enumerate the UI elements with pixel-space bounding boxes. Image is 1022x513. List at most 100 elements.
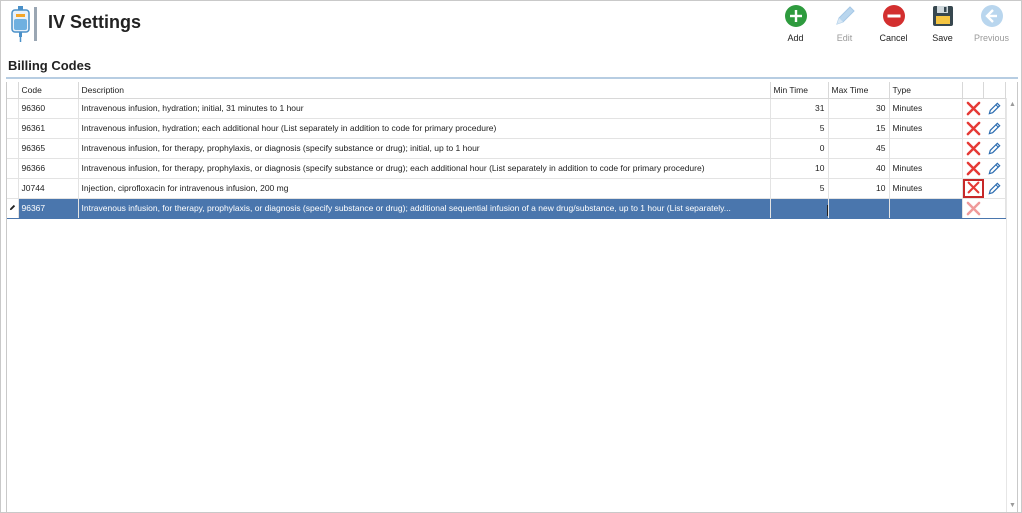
- col-header-description[interactable]: Description: [78, 82, 771, 99]
- table-row[interactable]: 96360 Intravenous infusion, hydration; i…: [7, 98, 1006, 119]
- edit-row-button[interactable]: [983, 178, 1006, 199]
- section-divider: [6, 77, 1018, 79]
- billing-codes-table: Code Description Min Time Max Time Type …: [7, 82, 1006, 219]
- header: IV Settings Add Edit Cancel Save Previou…: [0, 0, 1022, 52]
- edit-pencil-icon: [988, 161, 1001, 175]
- cell-description[interactable]: Injection, ciprofloxacin for intravenous…: [78, 178, 771, 199]
- floppy-disk-icon: [932, 6, 953, 26]
- edit-row-button[interactable]: [983, 138, 1006, 159]
- cell-min-time[interactable]: 31: [770, 98, 829, 119]
- edit-row-button[interactable]: [983, 158, 1006, 179]
- cell-max-time[interactable]: 30: [828, 98, 890, 119]
- row-indicator[interactable]: [7, 178, 19, 199]
- edit-row-button[interactable]: [983, 98, 1006, 119]
- cell-description[interactable]: Intravenous infusion, for therapy, proph…: [78, 198, 771, 219]
- table-row-selected[interactable]: 96367 Intravenous infusion, for therapy,…: [7, 198, 1006, 219]
- cell-description[interactable]: Intravenous infusion, for therapy, proph…: [78, 158, 771, 179]
- cell-code[interactable]: 96367: [18, 198, 79, 219]
- delete-row-button[interactable]: [962, 98, 984, 119]
- cell-type[interactable]: Minutes: [889, 158, 963, 179]
- delete-row-button[interactable]: [962, 138, 984, 159]
- toolbar: Add Edit Cancel Save Previous: [771, 3, 1016, 45]
- cancel-button[interactable]: Cancel: [869, 3, 918, 45]
- delete-row-button[interactable]: [962, 198, 984, 219]
- delete-x-icon: [966, 161, 980, 175]
- cell-description[interactable]: Intravenous infusion, for therapy, proph…: [78, 138, 771, 159]
- delete-x-icon: [966, 141, 980, 155]
- cell-max-time[interactable]: 45: [828, 138, 890, 159]
- cell-type[interactable]: Minutes: [889, 178, 963, 199]
- previous-label: Previous: [973, 33, 1009, 43]
- table-header-row: Code Description Min Time Max Time Type: [7, 82, 1006, 99]
- cell-type[interactable]: [889, 198, 963, 219]
- cancel-label: Cancel: [879, 33, 908, 43]
- table-row[interactable]: J0744 Injection, ciprofloxacin for intra…: [7, 178, 1006, 199]
- delete-x-icon: [966, 121, 980, 135]
- add-label: Add: [787, 33, 804, 43]
- previous-button[interactable]: Previous: [967, 3, 1016, 45]
- cell-type[interactable]: Minutes: [889, 118, 963, 139]
- delete-focus-box: [962, 178, 984, 197]
- delete-x-icon: [966, 101, 980, 115]
- row-indicator[interactable]: [7, 98, 19, 119]
- row-editing-pencil-icon: [9, 204, 15, 211]
- table-row[interactable]: 96361 Intravenous infusion, hydration; e…: [7, 118, 1006, 139]
- cell-max-time[interactable]: 15: [828, 118, 890, 139]
- row-indicator[interactable]: [7, 118, 19, 139]
- delete-row-button[interactable]: [962, 178, 984, 199]
- edit-pencil-icon: [988, 121, 1001, 135]
- scroll-up-icon[interactable]: ▲: [1008, 100, 1017, 109]
- col-header-max-time[interactable]: Max Time: [828, 82, 890, 99]
- pencil-icon: [835, 6, 855, 25]
- cell-code[interactable]: 96365: [18, 138, 79, 159]
- cell-type[interactable]: Minutes: [889, 98, 963, 119]
- row-indicator[interactable]: [7, 138, 19, 159]
- save-label: Save: [932, 33, 953, 43]
- cell-min-time[interactable]: [770, 198, 829, 219]
- edit-row-button[interactable]: [983, 198, 1006, 219]
- back-arrow-icon: [980, 5, 1003, 27]
- cell-code[interactable]: 96361: [18, 118, 79, 139]
- section-title: Billing Codes: [8, 58, 92, 73]
- add-button[interactable]: Add: [771, 3, 820, 45]
- cell-max-time[interactable]: [828, 198, 890, 219]
- cell-code[interactable]: J0744: [18, 178, 79, 199]
- vertical-scrollbar[interactable]: ▲ ▼: [1006, 98, 1017, 512]
- cell-min-time[interactable]: 5: [770, 178, 829, 199]
- iv-bag-icon: [11, 6, 37, 42]
- edit-pencil-icon: [988, 101, 1001, 115]
- save-button[interactable]: Save: [918, 3, 967, 45]
- cell-code[interactable]: 96360: [18, 98, 79, 119]
- text-cursor: [827, 205, 828, 216]
- edit-row-button[interactable]: [983, 118, 1006, 139]
- cell-description[interactable]: Intravenous infusion, hydration; initial…: [78, 98, 771, 119]
- delete-x-icon: [967, 181, 979, 194]
- col-header-min-time[interactable]: Min Time: [770, 82, 829, 99]
- cell-min-time[interactable]: 10: [770, 158, 829, 179]
- row-indicator-header: [7, 82, 19, 99]
- col-header-delete: [962, 82, 984, 99]
- scroll-down-icon[interactable]: ▼: [1008, 501, 1017, 510]
- col-header-type[interactable]: Type: [889, 82, 963, 99]
- cell-code[interactable]: 96366: [18, 158, 79, 179]
- cell-description[interactable]: Intravenous infusion, hydration; each ad…: [78, 118, 771, 139]
- cancel-icon: [882, 5, 905, 27]
- billing-codes-grid: Code Description Min Time Max Time Type …: [6, 82, 1018, 513]
- cell-min-time[interactable]: 0: [770, 138, 829, 159]
- edit-pencil-icon: [988, 141, 1001, 155]
- cell-max-time[interactable]: 10: [828, 178, 890, 199]
- edit-pencil-icon: [988, 181, 1001, 195]
- edit-button[interactable]: Edit: [820, 3, 869, 45]
- cell-max-time[interactable]: 40: [828, 158, 890, 179]
- table-row[interactable]: 96366 Intravenous infusion, for therapy,…: [7, 158, 1006, 179]
- edit-label: Edit: [836, 33, 853, 43]
- col-header-code[interactable]: Code: [18, 82, 79, 99]
- col-header-edit: [983, 82, 1006, 99]
- table-row[interactable]: 96365 Intravenous infusion, for therapy,…: [7, 138, 1006, 159]
- row-indicator[interactable]: [7, 158, 19, 179]
- cell-min-time[interactable]: 5: [770, 118, 829, 139]
- delete-row-button[interactable]: [962, 158, 984, 179]
- add-icon: [784, 5, 807, 27]
- delete-row-button[interactable]: [962, 118, 984, 139]
- cell-type[interactable]: [889, 138, 963, 159]
